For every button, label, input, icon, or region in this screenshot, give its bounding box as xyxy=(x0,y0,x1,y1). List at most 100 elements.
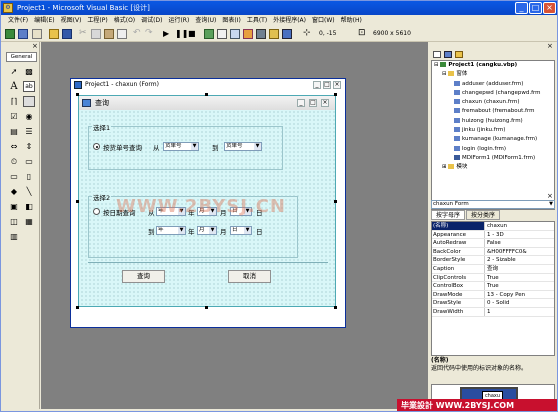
find-icon[interactable] xyxy=(117,29,127,39)
view-object-icon[interactable] xyxy=(444,51,452,58)
properties-close-icon[interactable]: × xyxy=(547,192,553,200)
tree-forms-folder[interactable]: ⊟ 窗体 xyxy=(432,70,554,79)
menu-file[interactable]: 文件(F) xyxy=(5,15,31,27)
maximize-button[interactable]: □ xyxy=(529,2,542,14)
break-icon[interactable]: ❚❚ xyxy=(175,29,188,39)
project-explorer-close-icon[interactable]: × xyxy=(547,42,553,50)
tree-form-item[interactable]: kumanage (kumanage.frm) xyxy=(432,135,554,144)
property-row[interactable]: AutoRedraw False xyxy=(432,239,554,248)
toggle-folders-icon[interactable] xyxy=(455,51,463,58)
tree-form-item[interactable]: MDIForm1 (MDIForm1.frm) xyxy=(432,154,554,163)
to-month-combo[interactable]: 月 ▼ xyxy=(197,226,217,235)
resize-handle[interactable] xyxy=(334,306,337,309)
tree-form-item[interactable]: fremabout (fremabout.frm xyxy=(432,107,554,116)
query-form-close-button[interactable]: × xyxy=(321,99,329,107)
query-form-maximize-button[interactable]: □ xyxy=(309,99,317,107)
property-value[interactable]: 2 - Sizable xyxy=(485,256,554,264)
property-row[interactable]: DrawWidth 1 xyxy=(432,307,554,317)
ole-icon[interactable]: ◫ xyxy=(8,216,20,227)
image-icon[interactable]: ▣ xyxy=(8,201,20,212)
tree-form-item[interactable]: chaxun (chaxun.frm) xyxy=(432,98,554,107)
adodc-icon[interactable]: ▥ xyxy=(8,231,20,242)
properties-object-selector[interactable]: chaxun Form ▼ xyxy=(431,200,555,209)
query-form-minimize-button[interactable]: _ xyxy=(297,99,305,107)
combobox-icon[interactable]: ▤ xyxy=(8,126,20,137)
resize-handle[interactable] xyxy=(334,93,337,96)
save-icon[interactable] xyxy=(62,29,72,39)
object-browser-icon[interactable] xyxy=(243,29,253,39)
view-code-icon[interactable] xyxy=(433,51,441,58)
line-icon[interactable]: ╲ xyxy=(23,186,35,197)
radio-by-order-number[interactable] xyxy=(93,143,100,150)
optionbutton-icon[interactable]: ◉ xyxy=(23,111,35,122)
resize-handle[interactable] xyxy=(76,200,79,203)
property-row[interactable]: ControlBox True xyxy=(432,282,554,291)
start-icon[interactable]: ▶ xyxy=(163,29,173,39)
tree-form-item[interactable]: login (login.frm) xyxy=(432,145,554,154)
drivelistbox-icon[interactable]: ▭ xyxy=(23,156,35,167)
property-row[interactable]: DrawMode 13 - Copy Pen xyxy=(432,290,554,300)
menu-window[interactable]: 窗口(W) xyxy=(309,15,338,27)
property-value[interactable]: False xyxy=(485,239,554,247)
form-window-close-button[interactable]: × xyxy=(333,81,341,89)
toolbox-close-icon[interactable]: × xyxy=(32,43,39,50)
filelistbox-icon[interactable]: ▯ xyxy=(23,171,35,182)
property-row[interactable]: Appearance 1 - 3D xyxy=(432,230,554,240)
end-icon[interactable]: ■ xyxy=(188,29,198,39)
project-explorer-icon[interactable] xyxy=(204,29,214,39)
menu-edit[interactable]: 编辑(E) xyxy=(31,15,57,27)
hscrollbar-icon[interactable]: ⇔ xyxy=(8,141,20,152)
property-row[interactable]: BackColor &H00FFFFC0& xyxy=(432,247,554,257)
menu-diagram[interactable]: 图表(I) xyxy=(219,15,243,27)
copy-icon[interactable] xyxy=(91,29,101,39)
property-value[interactable]: 1 - 3D xyxy=(485,231,554,239)
resize-handle[interactable] xyxy=(205,306,208,309)
redo-icon[interactable]: ↷ xyxy=(145,29,155,39)
query-button[interactable]: 查询 xyxy=(122,270,165,283)
textbox-icon[interactable]: ab xyxy=(23,81,35,92)
form-layout-icon[interactable] xyxy=(230,29,240,39)
resize-handle[interactable] xyxy=(334,200,337,203)
tree-form-item[interactable]: jinku (jinku.frm) xyxy=(432,126,554,135)
data-view-icon[interactable] xyxy=(269,29,279,39)
shape-icon[interactable]: ◆ xyxy=(8,186,20,197)
property-row[interactable]: BorderStyle 2 - Sizable xyxy=(432,256,554,265)
tree-project-root[interactable]: ⊟ Project1 (cangku.vbp) xyxy=(432,61,554,70)
listbox-icon[interactable]: ☰ xyxy=(23,126,35,137)
menu-project[interactable]: 工程(P) xyxy=(84,15,110,27)
toolbox-icon[interactable] xyxy=(256,29,266,39)
tree-form-item[interactable]: huizong (huizong.frm) xyxy=(432,117,554,126)
vscrollbar-icon[interactable]: ⇕ xyxy=(23,141,35,152)
menu-help[interactable]: 帮助(H) xyxy=(338,15,365,27)
cancel-button[interactable]: 取消 xyxy=(228,270,271,283)
form-window-minimize-button[interactable]: _ xyxy=(313,81,321,89)
property-value[interactable]: 13 - Copy Pen xyxy=(485,291,554,299)
property-value[interactable]: True xyxy=(485,282,554,290)
tree-modules-folder[interactable]: ⊞ 模块 xyxy=(432,163,554,172)
menu-query[interactable]: 查询(U) xyxy=(192,15,219,27)
vb-app-icon[interactable]: ⚙ xyxy=(3,3,13,13)
component-manager-icon[interactable] xyxy=(282,29,292,39)
grid-icon[interactable]: ▦ xyxy=(23,216,35,227)
frame-icon[interactable]: ⌈⌉ xyxy=(8,96,20,107)
menu-tools[interactable]: 工具(T) xyxy=(244,15,270,27)
add-project-icon[interactable] xyxy=(5,29,15,39)
resize-handle[interactable] xyxy=(76,306,79,309)
menu-editor-icon[interactable] xyxy=(32,29,42,39)
property-value[interactable]: 查询 xyxy=(485,265,554,273)
add-form-icon[interactable] xyxy=(18,29,28,39)
order-number-from-combo[interactable]: 货单号 ▼ xyxy=(163,142,199,151)
menu-addins[interactable]: 外接程序(A) xyxy=(270,15,309,27)
label-icon[interactable]: A xyxy=(8,81,20,92)
menu-view[interactable]: 视图(V) xyxy=(58,15,85,27)
property-row[interactable]: ClipControls True xyxy=(432,273,554,283)
resize-handle[interactable] xyxy=(76,93,79,96)
radio-by-date[interactable] xyxy=(93,208,100,215)
property-row[interactable]: Caption 查询 xyxy=(432,264,554,274)
property-value[interactable]: 1 xyxy=(485,308,554,316)
dirlistbox-icon[interactable]: ▭ xyxy=(8,171,20,182)
paste-icon[interactable] xyxy=(104,29,114,39)
cut-icon[interactable]: ✂ xyxy=(79,29,89,39)
picturebox-icon[interactable]: ▩ xyxy=(23,66,35,77)
tab-alphabetic[interactable]: 按字母序 xyxy=(431,210,465,220)
